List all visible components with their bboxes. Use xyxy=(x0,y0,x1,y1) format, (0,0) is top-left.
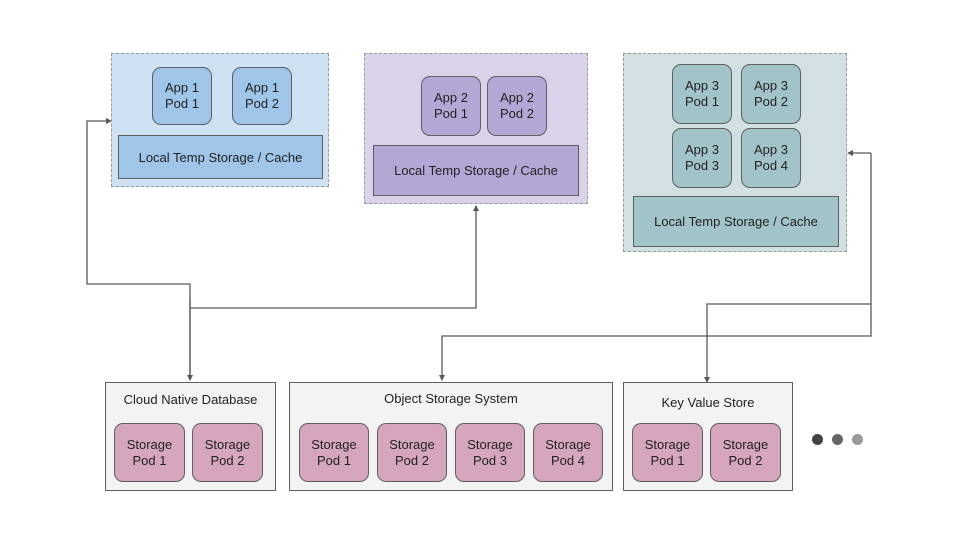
app-group-2: App 2 Pod 1 App 2 Pod 2 Local Temp Stora… xyxy=(364,53,588,204)
connector-app2-database xyxy=(190,205,479,309)
storage-pod-number: Pod 2 xyxy=(728,452,763,468)
pod-number-label: Pod 3 xyxy=(685,158,719,173)
pod-app-label: App 3 xyxy=(754,142,788,157)
pod-app-label: App 2 xyxy=(434,90,468,105)
storage-pod[interactable]: Storage Pod 2 xyxy=(377,423,447,482)
pod-app-label: App 1 xyxy=(245,80,279,95)
storage-pod-label: Storage xyxy=(204,436,251,452)
storage-title: Key Value Store xyxy=(661,395,755,410)
pod-app-label: App 3 xyxy=(685,78,719,93)
app-pod[interactable]: App 2 Pod 2 xyxy=(487,76,547,136)
app-pod[interactable]: App 3 Pod 2 xyxy=(741,64,801,124)
pod-number-label: Pod 2 xyxy=(245,96,279,111)
storage-object-storage-system: Object Storage System Storage Pod 1 Stor… xyxy=(289,382,613,491)
app-group-1: App 1 Pod 1 App 1 Pod 2 Local Temp Stora… xyxy=(111,53,329,187)
app-pod[interactable]: App 3 Pod 1 xyxy=(672,64,732,124)
app-group-3: App 3 Pod 1 App 3 Pod 2 App 3 Pod 3 App … xyxy=(623,53,847,252)
storage-pod-number: Pod 2 xyxy=(210,452,245,468)
storage-pod-label: Storage xyxy=(644,436,691,452)
cache-label: Local Temp Storage / Cache xyxy=(654,214,818,229)
storage-pod[interactable]: Storage Pod 1 xyxy=(632,423,703,482)
storage-pod-number: Pod 2 xyxy=(395,452,429,468)
storage-pod[interactable]: Storage Pod 2 xyxy=(192,423,263,482)
cache-label: Local Temp Storage / Cache xyxy=(394,163,558,178)
app-pod[interactable]: App 3 Pod 4 xyxy=(741,128,801,188)
storage-pod-number: Pod 3 xyxy=(473,452,507,468)
pod-app-label: App 2 xyxy=(500,90,534,105)
ellipsis-dot-icon xyxy=(832,434,843,445)
local-cache[interactable]: Local Temp Storage / Cache xyxy=(633,196,839,247)
storage-title: Cloud Native Database xyxy=(123,392,258,407)
pod-number-label: Pod 1 xyxy=(434,106,468,121)
ellipsis-dot-icon xyxy=(852,434,863,445)
pod-app-label: App 3 xyxy=(754,78,788,93)
storage-pod-label: Storage xyxy=(545,436,591,452)
pod-number-label: Pod 1 xyxy=(685,94,719,109)
ellipsis-dot-icon xyxy=(812,434,823,445)
storage-pod-label: Storage xyxy=(389,436,435,452)
app-pod[interactable]: App 1 Pod 1 xyxy=(152,67,212,125)
local-cache[interactable]: Local Temp Storage / Cache xyxy=(373,145,579,196)
storage-pod-label: Storage xyxy=(311,436,357,452)
storage-pod[interactable]: Storage Pod 3 xyxy=(455,423,525,482)
storage-pod-label: Storage xyxy=(722,436,769,452)
storage-title: Object Storage System xyxy=(384,391,518,406)
storage-pod-number: Pod 1 xyxy=(317,452,351,468)
app-pod[interactable]: App 3 Pod 3 xyxy=(672,128,732,188)
app-pod[interactable]: App 2 Pod 1 xyxy=(421,76,481,136)
pod-number-label: Pod 4 xyxy=(754,158,788,173)
storage-pod-number: Pod 1 xyxy=(650,452,685,468)
pod-number-label: Pod 2 xyxy=(500,106,534,121)
storage-pod-number: Pod 1 xyxy=(132,452,167,468)
pod-app-label: App 1 xyxy=(165,80,199,95)
storage-pod[interactable]: Storage Pod 1 xyxy=(114,423,185,482)
pod-number-label: Pod 1 xyxy=(165,96,199,111)
storage-pod[interactable]: Storage Pod 2 xyxy=(710,423,781,482)
pod-app-label: App 3 xyxy=(685,142,719,157)
app-pod[interactable]: App 1 Pod 2 xyxy=(232,67,292,125)
storage-pod[interactable]: Storage Pod 4 xyxy=(533,423,603,482)
storage-cloud-native-database: Cloud Native Database Storage Pod 1 Stor… xyxy=(105,382,276,491)
pod-number-label: Pod 2 xyxy=(754,94,788,109)
connector-app3-kv-store xyxy=(704,303,871,383)
cache-label: Local Temp Storage / Cache xyxy=(138,149,303,165)
storage-pod[interactable]: Storage Pod 1 xyxy=(299,423,369,482)
local-cache[interactable]: Local Temp Storage / Cache xyxy=(118,135,323,179)
storage-key-value-store: Key Value Store Storage Pod 1 Storage Po… xyxy=(623,382,793,491)
storage-pod-number: Pod 4 xyxy=(551,452,585,468)
storage-pod-label: Storage xyxy=(126,436,173,452)
storage-pod-label: Storage xyxy=(467,436,513,452)
